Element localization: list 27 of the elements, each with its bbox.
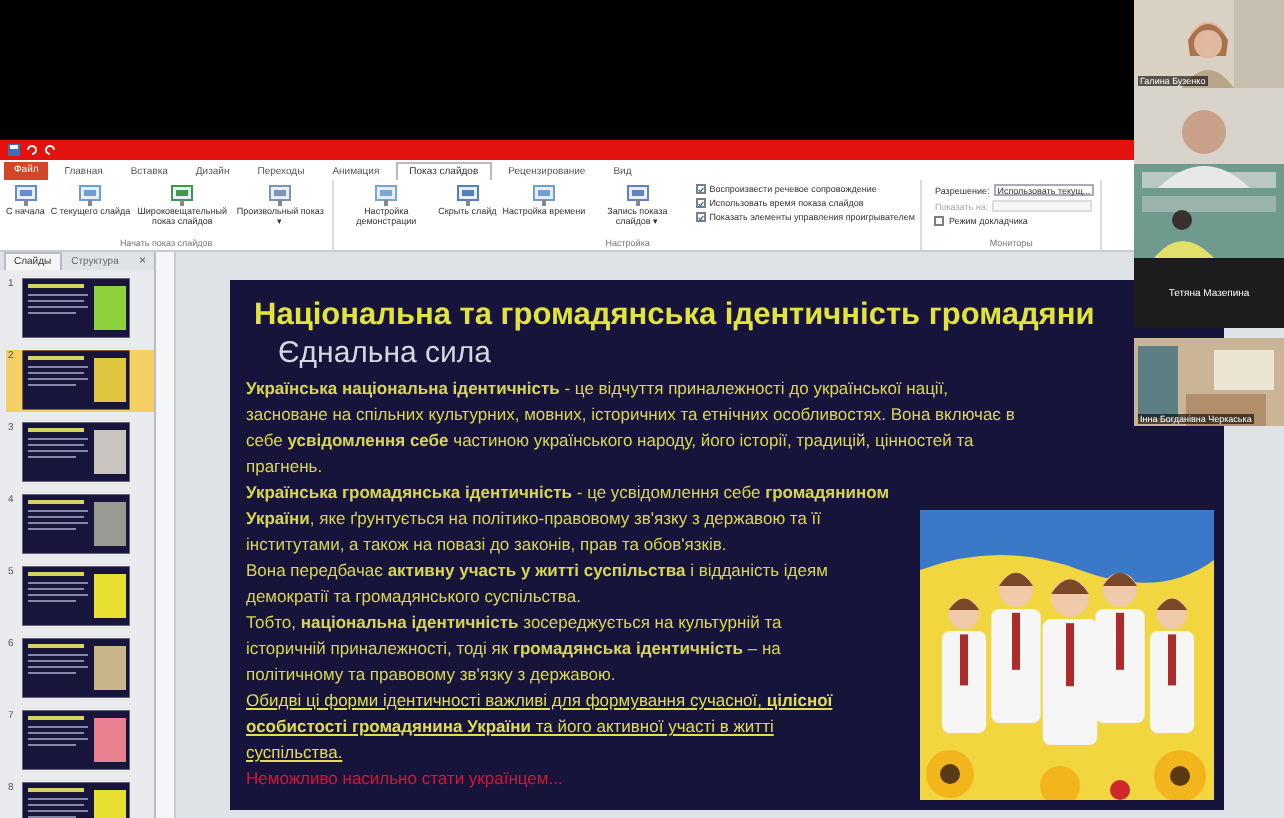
paragraph: Українська національна ідентичність - це відчуття приналежності до української нації, засноване на спільних культурних, мовних, історичних та етнічних особливостях. Вона включає в себе усвідомлення себе частиною українського народу, його історії, традицій, цінностей та прагнень. bbox=[246, 376, 1016, 480]
dropdown-field[interactable] bbox=[992, 200, 1093, 212]
undo-icon[interactable] bbox=[26, 144, 38, 156]
slide-preview bbox=[22, 494, 130, 554]
warning-text: Неможливо насильно стати українцем... bbox=[246, 766, 565, 792]
slideshow-icon bbox=[625, 184, 650, 206]
slideshow-icon bbox=[170, 184, 195, 206]
paragraph: Українська громадянська ідентичність - це усвідомлення себе громадянином України, яке ґрунтується на політико-правовому зв'язку з державою та її інститутами, а також на повазі до законів, прав та обов'язків. bbox=[246, 480, 891, 558]
paragraph: Тобто, національна ідентичність зосереджується на культурній та історичній приналежності, тоді як громадянська ідентичність – на політичному та правовому зв'язку з державою. bbox=[246, 610, 784, 688]
slide-title: Національна та громадянська ідентичність громадяни bbox=[254, 296, 1095, 336]
underlined-paragraph: Обидві ці форми ідентичності важливі для формування сучасної, цілісної особистості громадянина України та його активної участі в житті суспільства. bbox=[246, 688, 835, 766]
save-icon[interactable] bbox=[8, 144, 20, 156]
slide-preview bbox=[22, 710, 130, 770]
redo-icon[interactable] bbox=[44, 144, 56, 156]
slide-subtitle: Єднальна сила bbox=[276, 336, 493, 372]
slide-preview bbox=[22, 350, 130, 410]
slide-preview bbox=[22, 566, 130, 626]
slideshow-icon bbox=[455, 184, 480, 206]
slide-preview bbox=[22, 278, 130, 338]
slideshow-icon bbox=[531, 184, 556, 206]
slide-preview bbox=[22, 638, 130, 698]
slideshow-icon bbox=[13, 184, 38, 206]
slideshow-icon bbox=[78, 184, 103, 206]
slide-preview bbox=[22, 422, 130, 482]
paragraph: Вона передбачає активну участь у житті суспільства і відданість ідеям демократії та громадянського суспільства. bbox=[246, 558, 830, 610]
slideshow-icon bbox=[268, 184, 293, 206]
slideshow-icon bbox=[374, 184, 399, 206]
